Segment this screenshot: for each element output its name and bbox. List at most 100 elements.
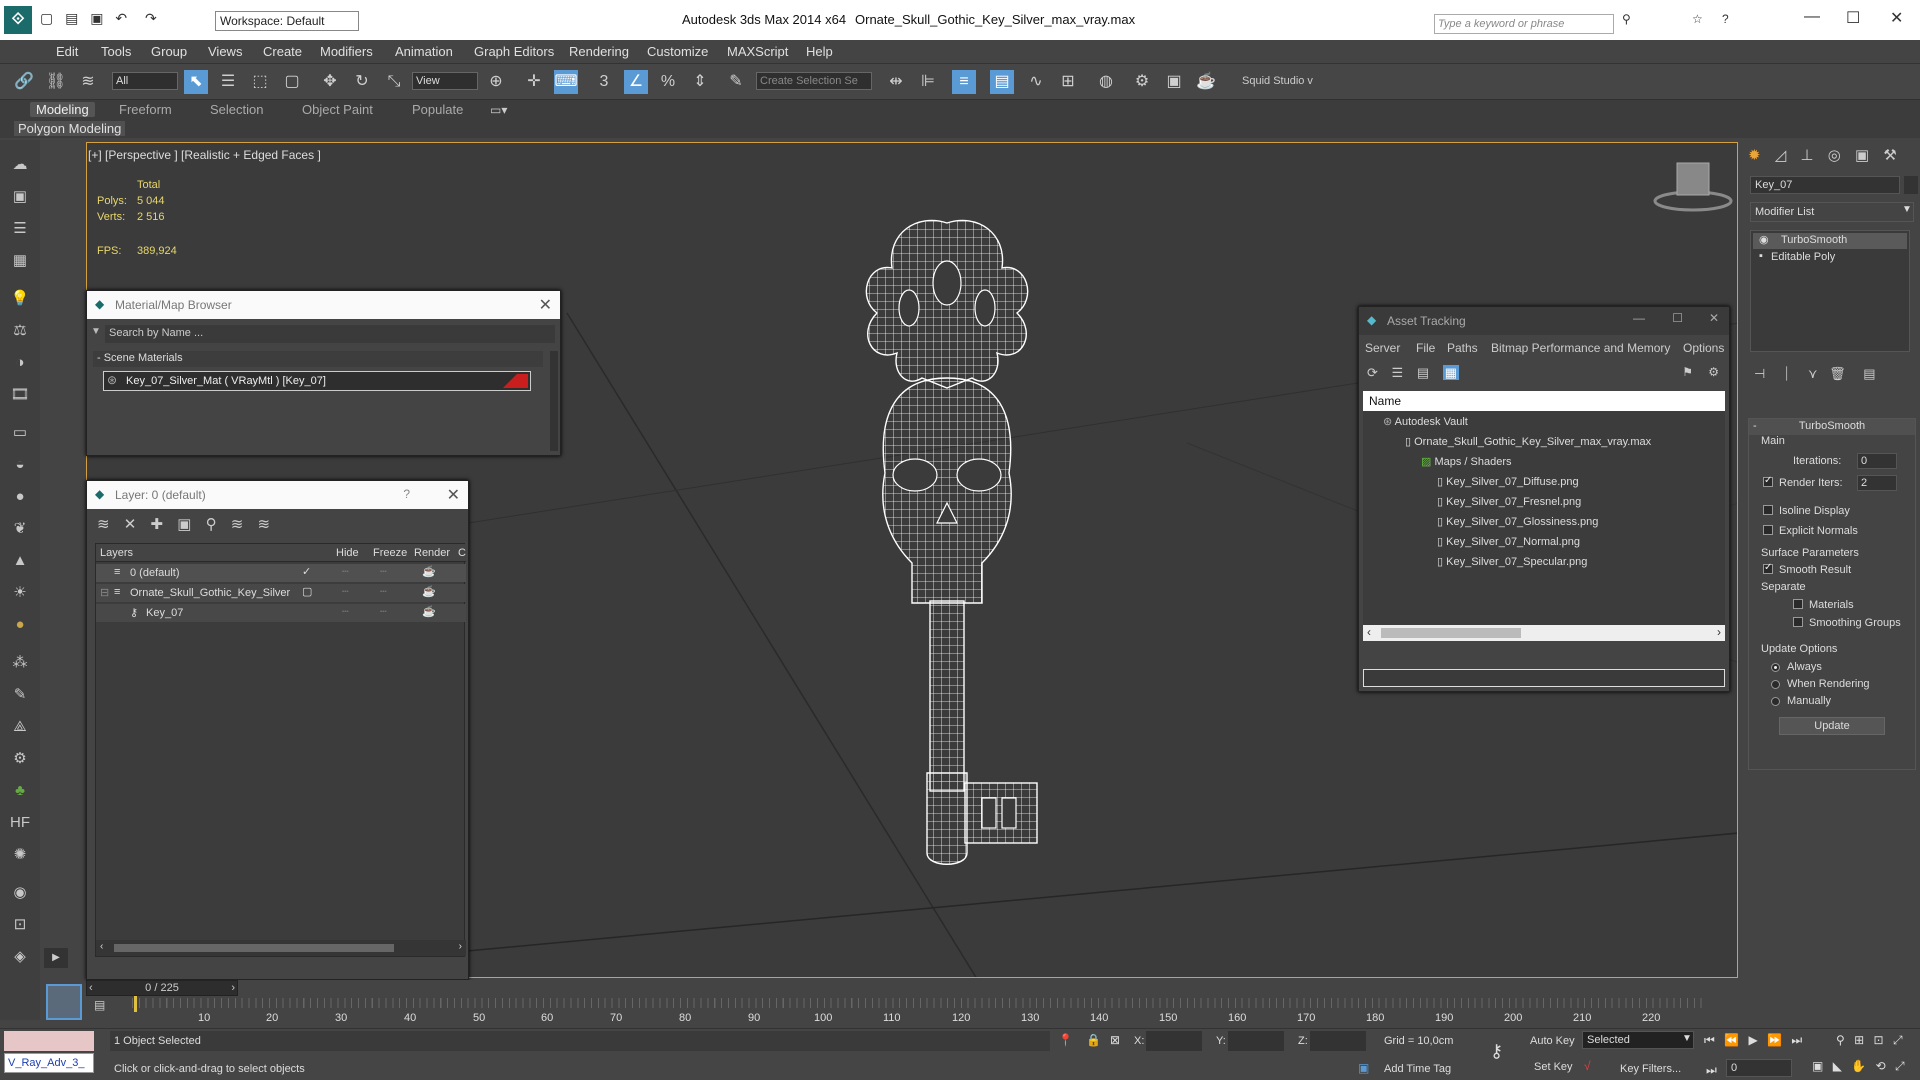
hair-icon[interactable]: HF <box>9 812 31 834</box>
menu-modifiers[interactable]: Modifiers <box>320 44 373 59</box>
zoom-extents-icon[interactable]: ⊡ <box>1874 1033 1884 1047</box>
smooth-result-checkbox[interactable] <box>1763 562 1773 574</box>
smoothing-groups-checkbox[interactable] <box>1793 617 1803 627</box>
play-icon[interactable]: ▶ <box>1748 1033 1757 1047</box>
redo-icon[interactable]: ↷ <box>145 10 157 26</box>
snaps-toggle-icon[interactable]: 3 <box>592 70 616 94</box>
ribbon-options-icon[interactable]: ▭▾ <box>490 103 507 117</box>
menu-group[interactable]: Group <box>151 44 187 59</box>
asset-path-field[interactable] <box>1363 669 1725 687</box>
unlink-icon[interactable]: ⛓ <box>44 70 68 94</box>
select-manipulate-icon[interactable]: ✛ <box>522 70 546 94</box>
close-icon[interactable]: ✕ <box>1709 311 1719 325</box>
curve-editor-icon[interactable]: ∿ <box>1024 70 1048 94</box>
hierarchy-tab-icon[interactable]: ⊥ <box>1800 147 1813 164</box>
minimize-icon[interactable]: — <box>1633 311 1645 325</box>
maximize-toggle-icon[interactable]: ⤢ <box>1895 1059 1905 1073</box>
sun-icon[interactable]: ☀ <box>9 582 31 604</box>
tree-item-maps[interactable]: ▨ Maps / Shaders <box>1421 455 1512 468</box>
scroll-right-icon[interactable]: › <box>1717 625 1721 639</box>
make-unique-icon[interactable]: ⋎ <box>1808 366 1818 381</box>
tab-selection[interactable]: Selection <box>204 102 269 117</box>
layer-panel-titlebar[interactable]: ◆ Layer: 0 (default) ? ✕ <box>87 481 468 509</box>
time-tag-icon[interactable]: ▣ <box>1358 1061 1369 1075</box>
col-color[interactable]: C <box>458 547 466 559</box>
gear-icon[interactable]: ⚙ <box>9 748 31 770</box>
list-view-icon[interactable]: ☰ <box>1392 365 1404 380</box>
bulb-icon[interactable]: ◉ <box>1759 233 1769 246</box>
menu-animation[interactable]: Animation <box>395 44 453 59</box>
edit-named-selection-icon[interactable]: ✎ <box>724 70 748 94</box>
spinner-snap-icon[interactable]: ⇕ <box>688 70 712 94</box>
close-icon[interactable]: ✕ <box>539 295 552 315</box>
isoline-checkbox[interactable] <box>1763 505 1773 515</box>
expand-icon[interactable]: ▪ <box>1759 250 1763 262</box>
tree-item-map[interactable]: ▯ Key_Silver_07_Glossiness.png <box>1437 515 1598 528</box>
align-icon[interactable]: ⊫ <box>916 70 940 94</box>
binoculars-icon[interactable]: ⚲ <box>1622 12 1631 26</box>
bind-space-warp-icon[interactable]: ≋ <box>76 70 100 94</box>
modifier-list-dropdown[interactable]: Modifier List <box>1750 202 1914 222</box>
refresh-icon[interactable]: ⟳ <box>1367 365 1378 380</box>
shape-icon[interactable]: ⟁ <box>9 716 31 738</box>
workspace-dropdown[interactable]: Workspace: Default <box>215 11 359 31</box>
absolute-mode-icon[interactable]: ⊠ <box>1110 1033 1120 1047</box>
schematic-view-icon[interactable]: ⊞ <box>1056 70 1080 94</box>
rect-selection-icon[interactable]: ⬚ <box>248 70 272 94</box>
chevron-down-icon[interactable]: ▼ <box>1902 204 1912 215</box>
delete-layer-icon[interactable]: ✕ <box>124 516 137 533</box>
fov-icon[interactable]: ◣ <box>1833 1059 1842 1073</box>
asset-menu-bitmap[interactable]: Bitmap Performance and Memory <box>1491 341 1670 355</box>
move-icon[interactable]: ✥ <box>318 70 342 94</box>
remove-modifier-icon[interactable]: 🗑 <box>1829 366 1846 381</box>
search-input[interactable]: Type a keyword or phrase <box>1434 14 1614 34</box>
viewport-label[interactable]: [+] [Perspective ] [Realistic + Edged Fa… <box>88 148 321 162</box>
menu-maxscript[interactable]: MAXScript <box>727 44 788 59</box>
menu-tools[interactable]: Tools <box>101 44 131 59</box>
freeze-toggle[interactable]: ┄ <box>380 605 387 618</box>
pivot-center-icon[interactable]: ⊕ <box>484 70 508 94</box>
maxscript-pink-field[interactable] <box>4 1031 94 1051</box>
view-cube-icon[interactable] <box>1643 149 1738 219</box>
menu-graph-editors[interactable]: Graph Editors <box>474 44 554 59</box>
object-name-field[interactable]: Key_07 <box>1750 176 1900 194</box>
squid-studio-label[interactable]: Squid Studio v <box>1242 75 1313 87</box>
close-icon[interactable]: ✕ <box>1890 8 1903 28</box>
save-icon[interactable]: ▣ <box>90 10 103 26</box>
rollout-header[interactable]: - TurboSmooth <box>1749 419 1915 435</box>
asset-hscrollbar[interactable]: ‹ › <box>1363 625 1725 641</box>
mini-listener[interactable] <box>46 984 82 1020</box>
window-crossing-icon[interactable]: ▢ <box>280 70 304 94</box>
maxscript-listener[interactable]: V_Ray_Adv_3_ <box>4 1053 94 1073</box>
maximize-viewport-icon[interactable]: ⤢ <box>1893 1033 1903 1047</box>
globe-icon[interactable]: ◉ <box>9 882 31 904</box>
light-icon[interactable]: 💡 <box>9 288 31 310</box>
render-setup-icon[interactable]: ⚙ <box>1130 70 1154 94</box>
configure-sets-icon[interactable]: ▤ <box>1863 366 1875 381</box>
highlight-layer-icon[interactable]: ⚲ <box>206 516 217 533</box>
thumbnail-icon[interactable]: ▤ <box>1417 365 1429 380</box>
goto-end-icon[interactable]: ⏭ <box>1791 1033 1802 1047</box>
lock-icon[interactable]: 🔒 <box>1086 1033 1101 1047</box>
particles-icon[interactable]: ⁂ <box>9 652 31 674</box>
time-slider[interactable]: ‹ 0 / 225 › <box>86 980 238 996</box>
close-icon[interactable]: ✕ <box>447 485 460 505</box>
scroll-left-icon[interactable]: ‹ <box>1367 625 1371 639</box>
grid-icon[interactable]: ▦ <box>9 250 31 272</box>
render-region-icon[interactable]: ⊡ <box>9 914 31 936</box>
help-icon[interactable]: ? <box>1722 12 1729 26</box>
tree-item-vault[interactable]: ⊛ Autodesk Vault <box>1383 415 1468 428</box>
asset-menu-options[interactable]: Options <box>1683 341 1724 355</box>
keyboard-shortcut-icon[interactable]: ⌨ <box>554 70 578 94</box>
add-time-tag[interactable]: Add Time Tag <box>1384 1063 1451 1075</box>
collapse-icon[interactable]: ⊟ <box>100 586 109 599</box>
tree-item-max-file[interactable]: ▯ Ornate_Skull_Gothic_Key_Silver_max_vra… <box>1405 435 1651 448</box>
col-layers[interactable]: Layers <box>100 547 133 559</box>
asset-menu-file[interactable]: File <box>1416 341 1435 355</box>
col-freeze[interactable]: Freeze <box>373 547 407 559</box>
selection-filter-dropdown[interactable]: All <box>112 72 178 90</box>
viewport-icon[interactable]: ▣ <box>9 186 31 208</box>
time-cursor[interactable] <box>134 996 137 1012</box>
pin-stack-icon[interactable]: ⊣ <box>1754 366 1765 381</box>
star-icon[interactable]: ☆ <box>1692 12 1703 26</box>
